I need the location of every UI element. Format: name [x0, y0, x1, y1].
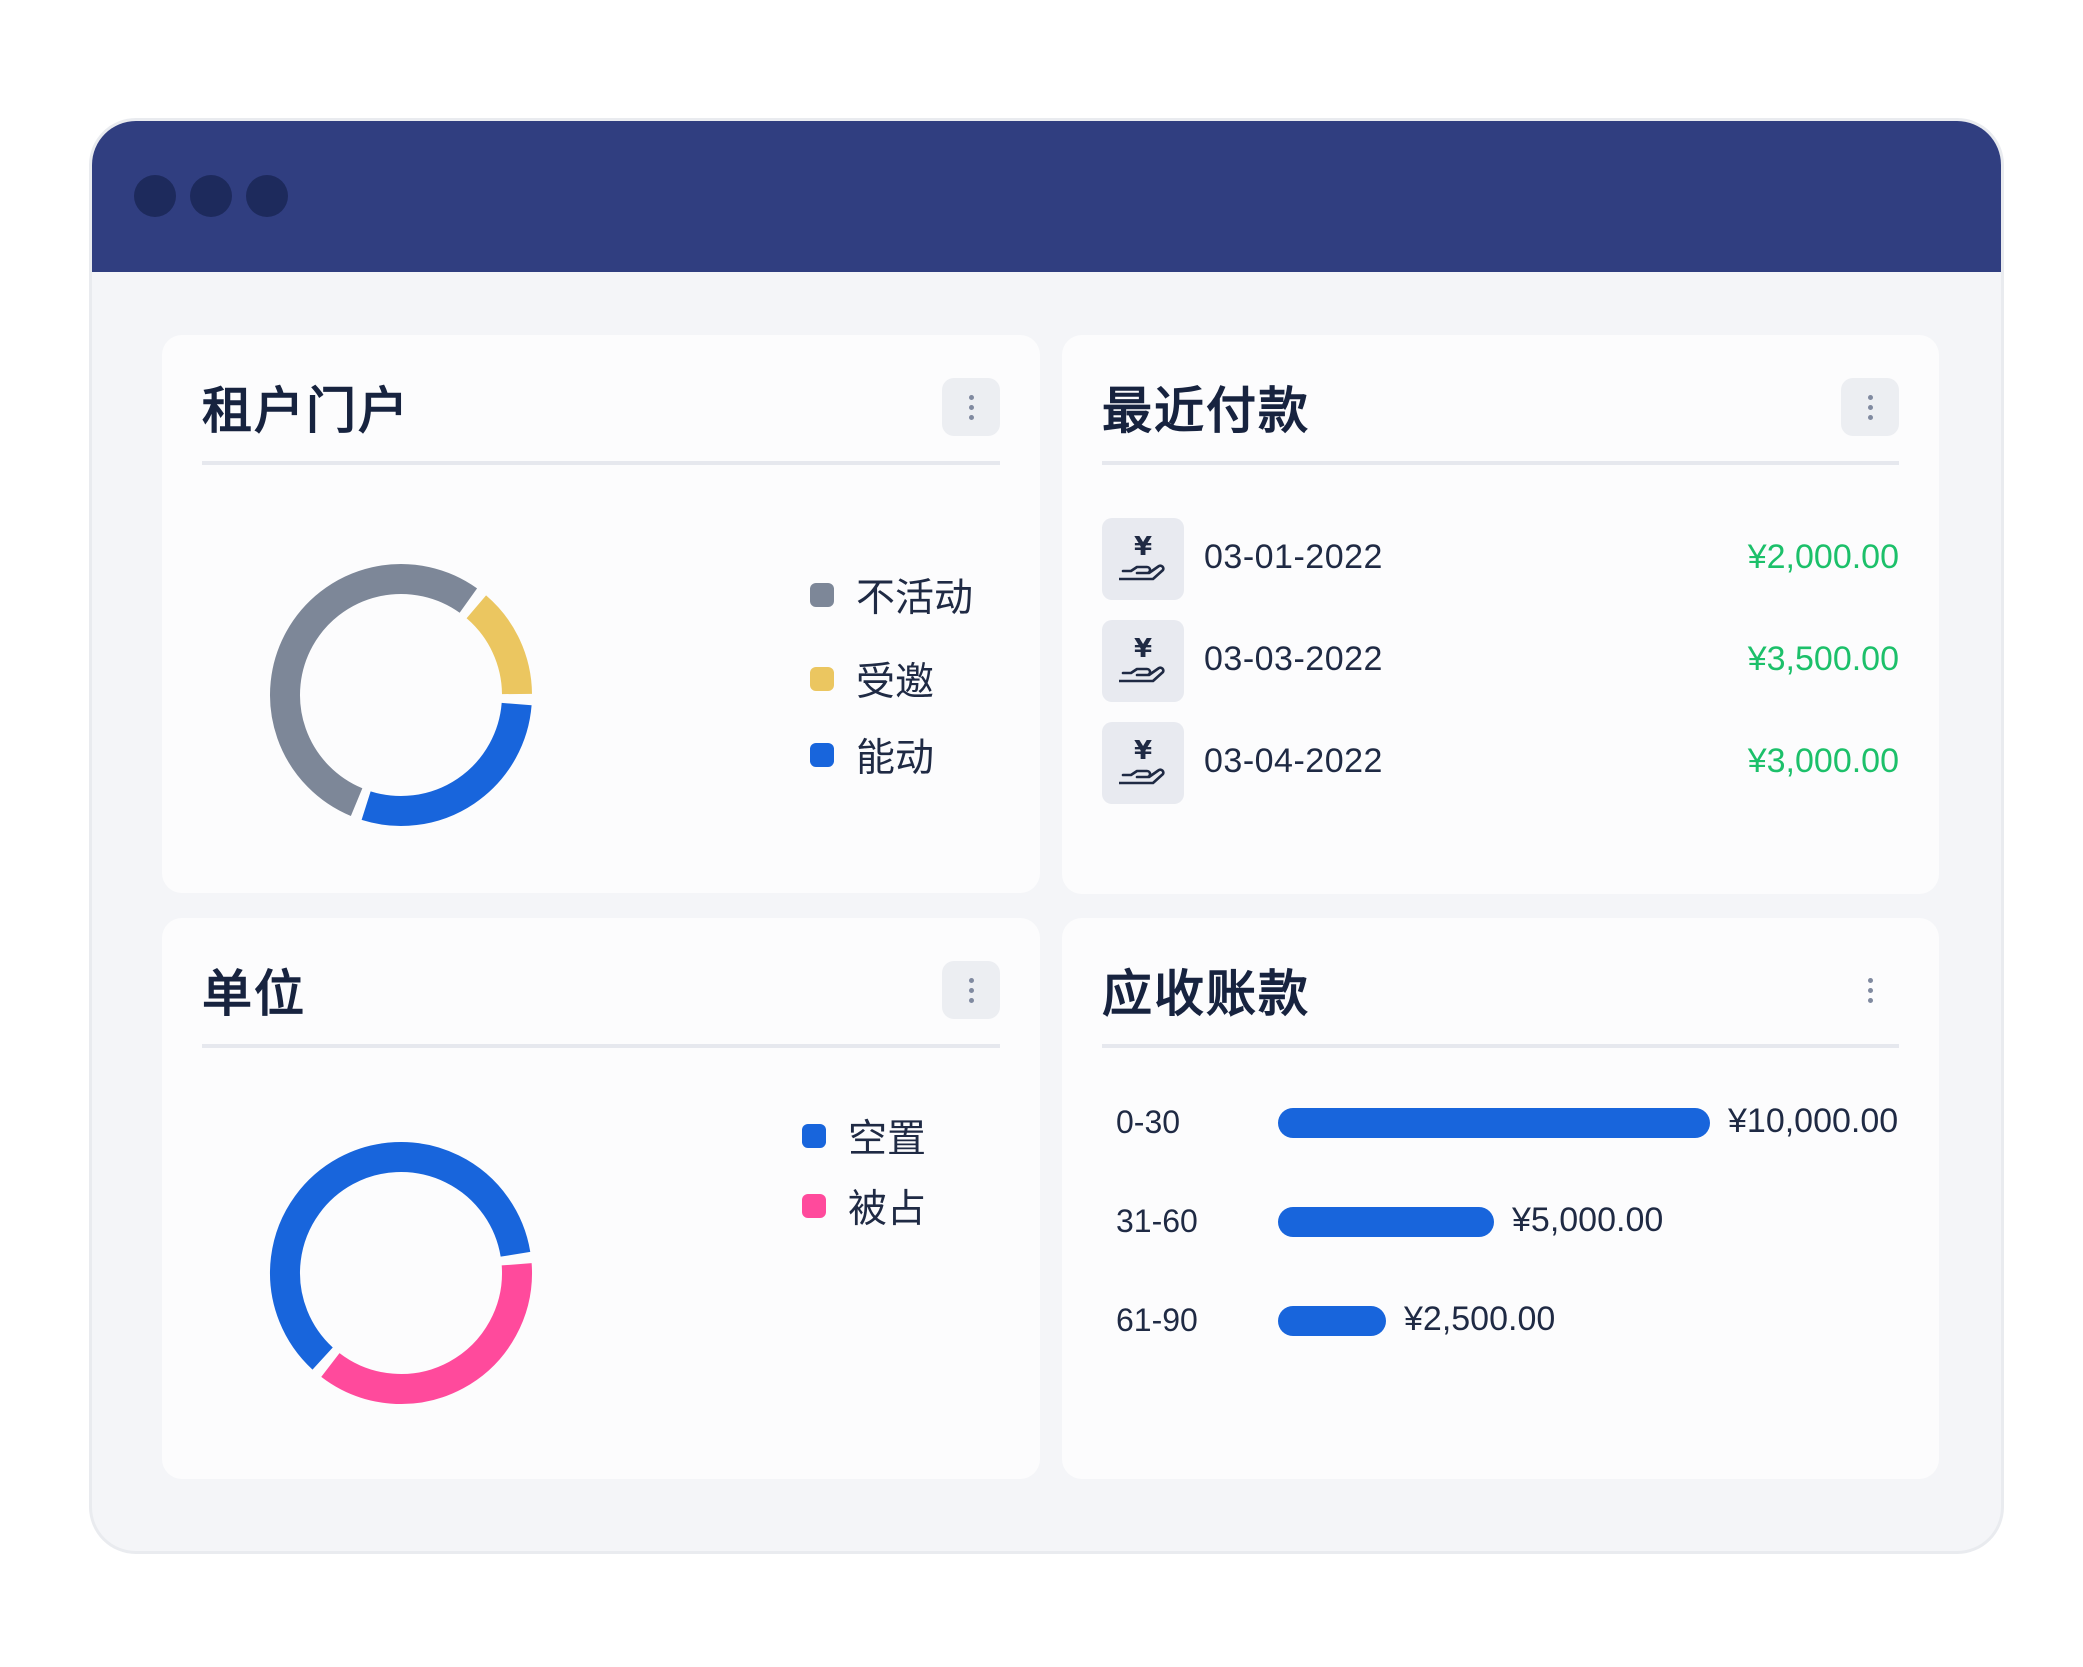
aging-range-label: 0-30 — [1116, 1104, 1181, 1140]
legend-swatch — [810, 583, 834, 607]
svg-text:¥: ¥ — [1134, 532, 1152, 562]
svg-text:¥: ¥ — [1134, 634, 1152, 664]
window-titlebar — [92, 121, 2001, 272]
units-occupancy-donut-chart — [270, 1142, 532, 1404]
legend-item: 能动 — [810, 727, 934, 783]
window-close-dot[interactable] — [134, 175, 176, 217]
legend-swatch — [810, 667, 834, 691]
tenant-status-donut-chart — [270, 564, 532, 826]
yen-hand-icon: ¥ — [1102, 722, 1184, 804]
payment-amount: ¥3,500.00 — [1747, 640, 1899, 678]
legend-label: 被占 — [848, 1187, 927, 1232]
aging-value-label: ¥5,000.00 — [1512, 1201, 1664, 1239]
payment-amount: ¥2,000.00 — [1747, 538, 1899, 576]
payment-date: 03-01-2022 — [1204, 538, 1383, 576]
card-title: 租户门户 — [202, 382, 410, 440]
aging-bar — [1278, 1108, 1710, 1138]
payment-row[interactable]: ¥ 03-01-2022 ¥2,000.00 — [1102, 518, 1899, 602]
units-card: 单位 空置被占 — [162, 918, 1040, 1479]
legend-label: 能动 — [856, 736, 935, 781]
legend-swatch — [802, 1194, 826, 1218]
aging-value-label: ¥10,000.00 — [1728, 1102, 1899, 1140]
divider — [202, 461, 1000, 465]
donut-slice-3 — [361, 702, 532, 826]
app-window: 租户门户 不活动受邀能动 最近付款 ¥ 03-01-2022 ¥2,000.00… — [92, 121, 2001, 1551]
legend-item: 受邀 — [810, 651, 934, 707]
legend-item: 空置 — [802, 1108, 926, 1164]
yen-hand-icon: ¥ — [1102, 620, 1184, 702]
legend-swatch — [810, 743, 834, 767]
more-vertical-icon[interactable] — [1841, 961, 1899, 1019]
legend-label: 不活动 — [856, 576, 974, 621]
receivables-card: 应收账款 0-30 ¥10,000.00 31-60 ¥5,000.00 61-90 ¥2… — [1062, 918, 1939, 1479]
tenant-portal-card: 租户门户 不活动受邀能动 — [162, 335, 1040, 893]
legend-item: 被占 — [802, 1178, 926, 1234]
aging-range-label: 31-60 — [1116, 1203, 1198, 1239]
legend-label: 空置 — [848, 1117, 927, 1162]
window-minimize-dot[interactable] — [190, 175, 232, 217]
payment-row[interactable]: ¥ 03-04-2022 ¥3,000.00 — [1102, 722, 1899, 806]
card-title: 应收账款 — [1102, 965, 1310, 1023]
payment-date: 03-03-2022 — [1204, 640, 1383, 678]
donut-slice-1 — [270, 564, 478, 817]
donut-slice-2 — [321, 1263, 532, 1404]
legend-label: 受邀 — [856, 660, 935, 705]
svg-text:¥: ¥ — [1134, 736, 1152, 766]
card-title: 最近付款 — [1102, 382, 1310, 440]
divider — [202, 1044, 1000, 1048]
more-vertical-icon[interactable] — [942, 378, 1000, 436]
aging-bar — [1278, 1207, 1494, 1237]
donut-slice-2 — [466, 595, 532, 695]
recent-payments-card: 最近付款 ¥ 03-01-2022 ¥2,000.00 ¥ 03-03-2022… — [1062, 335, 1939, 894]
legend-item: 不活动 — [810, 567, 973, 623]
yen-hand-icon: ¥ — [1102, 518, 1184, 600]
payment-amount: ¥3,000.00 — [1747, 742, 1899, 780]
more-vertical-icon[interactable] — [942, 961, 1000, 1019]
legend-swatch — [802, 1124, 826, 1148]
aging-range-label: 61-90 — [1116, 1302, 1198, 1338]
window-maximize-dot[interactable] — [246, 175, 288, 217]
donut-slice-1 — [270, 1142, 531, 1370]
payment-date: 03-04-2022 — [1204, 742, 1383, 780]
payment-row[interactable]: ¥ 03-03-2022 ¥3,500.00 — [1102, 620, 1899, 704]
aging-bar — [1278, 1306, 1386, 1336]
divider — [1102, 1044, 1899, 1048]
aging-value-label: ¥2,500.00 — [1404, 1300, 1556, 1338]
card-title: 单位 — [202, 965, 306, 1023]
divider — [1102, 461, 1899, 465]
more-vertical-icon[interactable] — [1841, 378, 1899, 436]
